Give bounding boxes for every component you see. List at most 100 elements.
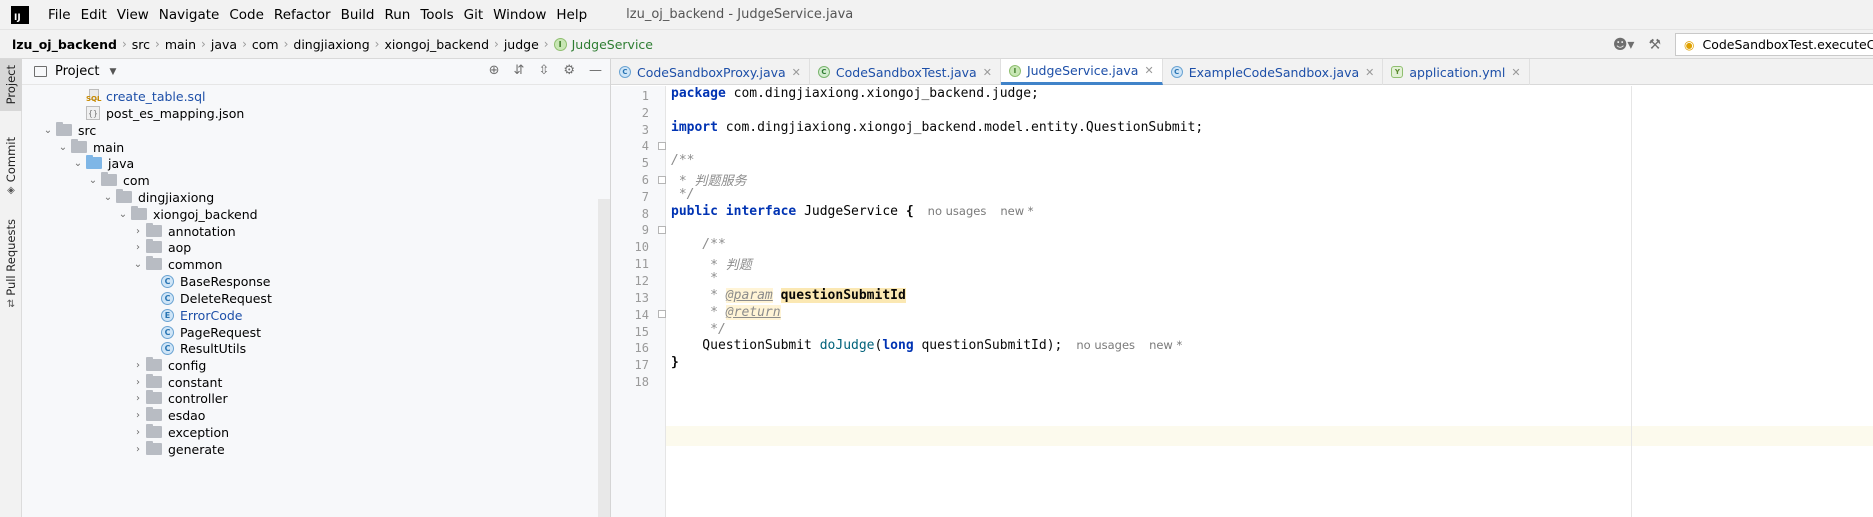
tool-tab-pull-requests-label: Pull Requests xyxy=(4,219,18,296)
package-icon xyxy=(146,441,162,455)
breadcrumb-main[interactable]: main xyxy=(165,37,196,52)
chevron-down-icon[interactable]: ⌄ xyxy=(130,259,146,270)
dropdown-caret-icon[interactable]: ▼ xyxy=(109,67,116,77)
chevron-right-icon[interactable]: › xyxy=(130,393,146,404)
tree-item-label: java xyxy=(108,155,135,171)
menu-window[interactable]: Window xyxy=(488,7,551,23)
vertical-scrollbar[interactable] xyxy=(598,199,610,517)
editor-tab-label: JudgeService.java xyxy=(1026,63,1139,78)
menu-navigate[interactable]: Navigate xyxy=(154,7,225,23)
source-folder-icon xyxy=(86,155,102,169)
close-tab-icon[interactable]: ✕ xyxy=(1365,66,1374,79)
chevron-right-icon[interactable]: › xyxy=(130,444,146,455)
tree-item[interactable]: › generate xyxy=(130,439,225,459)
menu-refactor[interactable]: Refactor xyxy=(269,7,336,23)
editor-tab-label: CodeSandboxTest.java xyxy=(835,64,977,80)
breadcrumb-judge-service[interactable]: JudgeService xyxy=(572,37,653,52)
close-tab-icon[interactable]: ✕ xyxy=(792,66,801,79)
editor-gutter: 1 2 3 4 5 6 7 8 9 10 11 12 13 14 15 16 17 18 xyxy=(611,86,666,517)
editor-tab-label: CodeSandboxProxy.java xyxy=(637,64,786,80)
chevron-right-icon[interactable]: › xyxy=(130,427,146,438)
close-tab-icon[interactable]: ✕ xyxy=(983,66,992,79)
code-line-1: package com.dingjiaxiong.xiongoj_backend… xyxy=(671,86,1039,101)
chevron-down-icon[interactable]: ⌄ xyxy=(55,142,71,153)
collapse-all-icon[interactable]: ⇳ xyxy=(538,63,549,78)
folder-icon xyxy=(71,139,87,153)
menu-git[interactable]: Git xyxy=(459,7,489,23)
code-line-16: QuestionSubmit doJudge(long questionSubm… xyxy=(671,338,1183,353)
author-hint[interactable]: new * xyxy=(1149,338,1182,352)
chevron-down-icon[interactable]: ⌄ xyxy=(85,175,101,186)
locate-file-icon[interactable]: ⊕ xyxy=(489,63,500,78)
tool-window-strip: Project Commit ◈ Pull Requests ⇅ xyxy=(0,59,22,517)
project-tool-window: Project ▼ ⊕ ⇵ ⇳ ⚙ — SQL create_table.sql {… xyxy=(22,59,611,517)
breadcrumb-judge[interactable]: judge xyxy=(504,37,539,52)
tool-tab-project[interactable]: Project xyxy=(0,59,22,111)
tool-tab-pull-requests[interactable]: Pull Requests ⇅ xyxy=(0,219,22,319)
menu-edit[interactable]: Edit xyxy=(76,7,112,23)
project-view-selector[interactable]: Project xyxy=(55,64,99,79)
package-icon xyxy=(146,256,162,270)
chevron-down-icon[interactable]: ⌄ xyxy=(100,192,116,203)
code-line-8: public interface JudgeService {no usages… xyxy=(671,204,1034,219)
chevron-down-icon[interactable]: ⌄ xyxy=(70,158,86,169)
breadcrumb-dingjiaxiong[interactable]: dingjiaxiong xyxy=(293,37,369,52)
editor-tab[interactable]: C ExampleCodeSandbox.java ✕ xyxy=(1163,59,1384,85)
chevron-right-icon: › xyxy=(201,37,206,51)
close-tab-icon[interactable]: ✕ xyxy=(1144,64,1153,77)
settings-gear-icon[interactable]: ⚙ xyxy=(563,63,575,78)
breadcrumb-xiongoj-backend[interactable]: xiongoj_backend xyxy=(384,37,489,52)
author-hint[interactable]: new * xyxy=(1000,204,1033,218)
menu-code[interactable]: Code xyxy=(224,7,269,23)
editor-tab[interactable]: Yapplication.yml ✕ xyxy=(1383,59,1530,85)
class-icon: C xyxy=(161,274,174,288)
project-toolbar: ⊕ ⇵ ⇳ ⚙ — xyxy=(489,63,602,78)
editor-tab[interactable]: C CodeSandboxProxy.java ✕ xyxy=(611,59,810,85)
project-header: Project ▼ ⊕ ⇵ ⇳ ⚙ — xyxy=(22,59,610,85)
usages-hint[interactable]: no usages xyxy=(928,204,987,218)
sql-file-icon: SQL xyxy=(86,89,102,103)
menu-run[interactable]: Run xyxy=(379,7,415,23)
chevron-right-icon: › xyxy=(374,37,380,51)
editor-tab[interactable]: C CodeSandboxTest.java ✕ xyxy=(810,59,1001,85)
user-account-icon[interactable]: ☻▾ xyxy=(1613,37,1635,53)
tree-item-label: aop xyxy=(168,239,192,255)
usages-hint[interactable]: no usages xyxy=(1076,338,1135,352)
menu-build[interactable]: Build xyxy=(336,7,380,23)
breadcrumb-com[interactable]: com xyxy=(252,37,279,52)
class-icon: C xyxy=(619,66,631,78)
fold-marker-icon[interactable] xyxy=(658,310,666,318)
menu-file[interactable]: File xyxy=(43,7,76,23)
package-icon xyxy=(146,239,162,253)
expand-all-icon[interactable]: ⇵ xyxy=(514,63,525,78)
breadcrumb-java[interactable]: java xyxy=(211,37,237,52)
close-tab-icon[interactable]: ✕ xyxy=(1511,66,1520,79)
chevron-right-icon: › xyxy=(155,37,160,51)
breadcrumb-project[interactable]: lzu_oj_backend xyxy=(12,37,117,52)
code-editor[interactable]: package com.dingjiaxiong.xiongoj_backend… xyxy=(666,86,1873,517)
build-hammer-icon[interactable]: ⚒ xyxy=(1648,37,1661,53)
hide-panel-icon[interactable]: — xyxy=(589,63,602,78)
chevron-right-icon[interactable]: › xyxy=(130,226,146,237)
menu-tools[interactable]: Tools xyxy=(415,7,458,23)
class-icon: C xyxy=(1170,66,1183,78)
fold-marker-icon[interactable] xyxy=(658,176,666,184)
chevron-right-icon: › xyxy=(242,37,247,51)
intellij-logo-icon[interactable]: IJ xyxy=(11,5,29,24)
fold-marker-icon[interactable] xyxy=(658,142,666,150)
editor-tab[interactable]: I JudgeService.java ✕ xyxy=(1000,59,1163,85)
run-configuration-selector[interactable]: ◉ CodeSandboxTest.executeCode xyxy=(1675,33,1873,56)
breadcrumb-src[interactable]: src xyxy=(132,37,150,52)
tool-tab-commit[interactable]: Commit ◈ xyxy=(0,137,22,205)
chevron-down-icon[interactable]: ⌄ xyxy=(115,209,131,220)
tree-item-label: controller xyxy=(168,390,228,406)
menu-view[interactable]: View xyxy=(112,7,154,23)
chevron-right-icon[interactable]: › xyxy=(130,242,146,253)
fold-marker-icon[interactable] xyxy=(658,226,666,234)
chevron-right-icon[interactable]: › xyxy=(130,410,146,421)
chevron-right-icon[interactable]: › xyxy=(130,360,146,371)
editor-tab-label: application.yml xyxy=(1409,64,1506,80)
chevron-right-icon[interactable]: › xyxy=(130,377,146,388)
menu-help[interactable]: Help xyxy=(551,7,592,23)
chevron-down-icon[interactable]: ⌄ xyxy=(40,125,56,136)
